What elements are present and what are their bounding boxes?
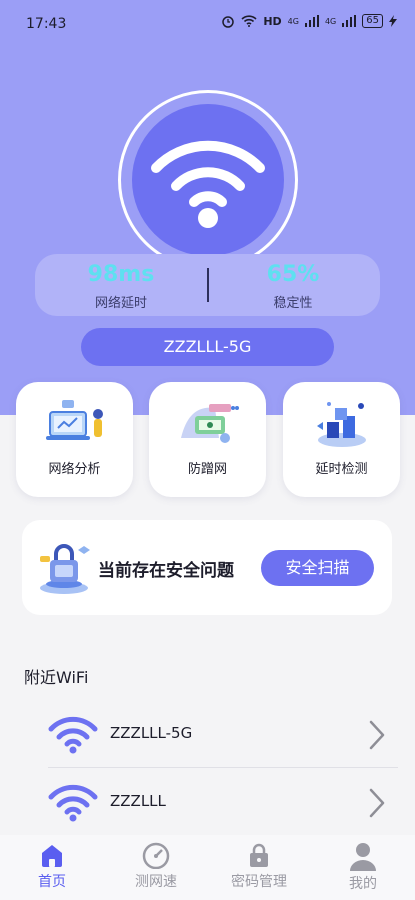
- wifi-status-ring[interactable]: [118, 90, 298, 270]
- stability-label: 稳定性: [273, 296, 313, 311]
- security-scan-button[interactable]: 安全扫描: [261, 550, 374, 586]
- wifi-list-item[interactable]: ZZZLLL-5G: [48, 702, 398, 766]
- speedometer-icon: [142, 842, 170, 869]
- tab-label: 我的: [349, 876, 377, 892]
- wifi-status-icon: [241, 15, 257, 27]
- home-icon: [42, 845, 62, 867]
- security-message: 当前存在安全问题: [98, 561, 234, 581]
- nearby-wifi-title: 附近WiFi: [24, 668, 89, 687]
- wifi-list-item[interactable]: ZZZLLL: [48, 770, 398, 834]
- network-2-label: 4G: [324, 16, 337, 26]
- tab-label: 密码管理: [231, 874, 287, 890]
- wifi-ssid: ZZZLLL-5G: [110, 724, 193, 742]
- lock-icon: [250, 843, 268, 867]
- battery-icon: 65: [362, 14, 383, 28]
- tab-label: 首页: [38, 874, 66, 890]
- status-icons: HD 4G 4G 65: [221, 14, 397, 28]
- user-icon: [350, 843, 376, 871]
- hd-label: HD: [263, 14, 282, 28]
- wifi-icon: [151, 140, 265, 228]
- feature-network-analysis[interactable]: 网络分析: [16, 382, 133, 497]
- chevron-right-icon: [369, 788, 385, 818]
- tab-speed-test[interactable]: 测网速: [104, 835, 208, 900]
- tab-home[interactable]: 首页: [0, 835, 104, 900]
- current-ssid-button[interactable]: ZZZLLL-5G: [81, 328, 334, 366]
- wifi-icon: [48, 716, 98, 754]
- stability-stat: 65% 稳定性: [207, 262, 379, 311]
- status-time: 17:43: [26, 16, 67, 32]
- chevron-right-icon: [369, 720, 385, 750]
- signal-icon: [304, 15, 319, 27]
- wifi-icon: [48, 784, 98, 822]
- wifi-ssid: ZZZLLL: [110, 792, 166, 810]
- stats-divider: [207, 268, 209, 302]
- status-bar: 17:43 HD 4G 4G 65: [0, 0, 415, 46]
- wifi-status-circle: [132, 104, 284, 256]
- tab-label: 测网速: [135, 874, 177, 890]
- stability-value: 65%: [266, 262, 320, 287]
- charging-icon: [389, 15, 397, 27]
- feature-label: 延时检测: [315, 462, 368, 477]
- feature-latency-test[interactable]: 延时检测: [283, 382, 400, 497]
- feature-label: 网络分析: [48, 462, 101, 477]
- alarm-icon: [222, 16, 235, 28]
- network-analysis-icon: [45, 400, 103, 440]
- latency-test-icon: [316, 402, 366, 447]
- anti-leech-icon: [180, 404, 239, 443]
- tab-profile[interactable]: 我的: [311, 835, 415, 900]
- security-lock-icon: [40, 544, 90, 594]
- feature-label: 防蹭网: [187, 462, 227, 477]
- bottom-tab-bar: 首页 测网速 密码管理 我的: [0, 835, 415, 900]
- signal-icon: [342, 15, 357, 27]
- latency-label: 网络延时: [94, 296, 147, 311]
- tab-password-manager[interactable]: 密码管理: [207, 835, 311, 900]
- list-divider: [48, 767, 398, 768]
- latency-stat: 98ms 网络延时: [35, 262, 207, 311]
- network-1-label: 4G: [287, 16, 299, 26]
- security-card: 当前存在安全问题 安全扫描: [22, 520, 392, 615]
- feature-anti-leech[interactable]: 防蹭网: [149, 382, 266, 497]
- latency-value: 98ms: [87, 262, 155, 287]
